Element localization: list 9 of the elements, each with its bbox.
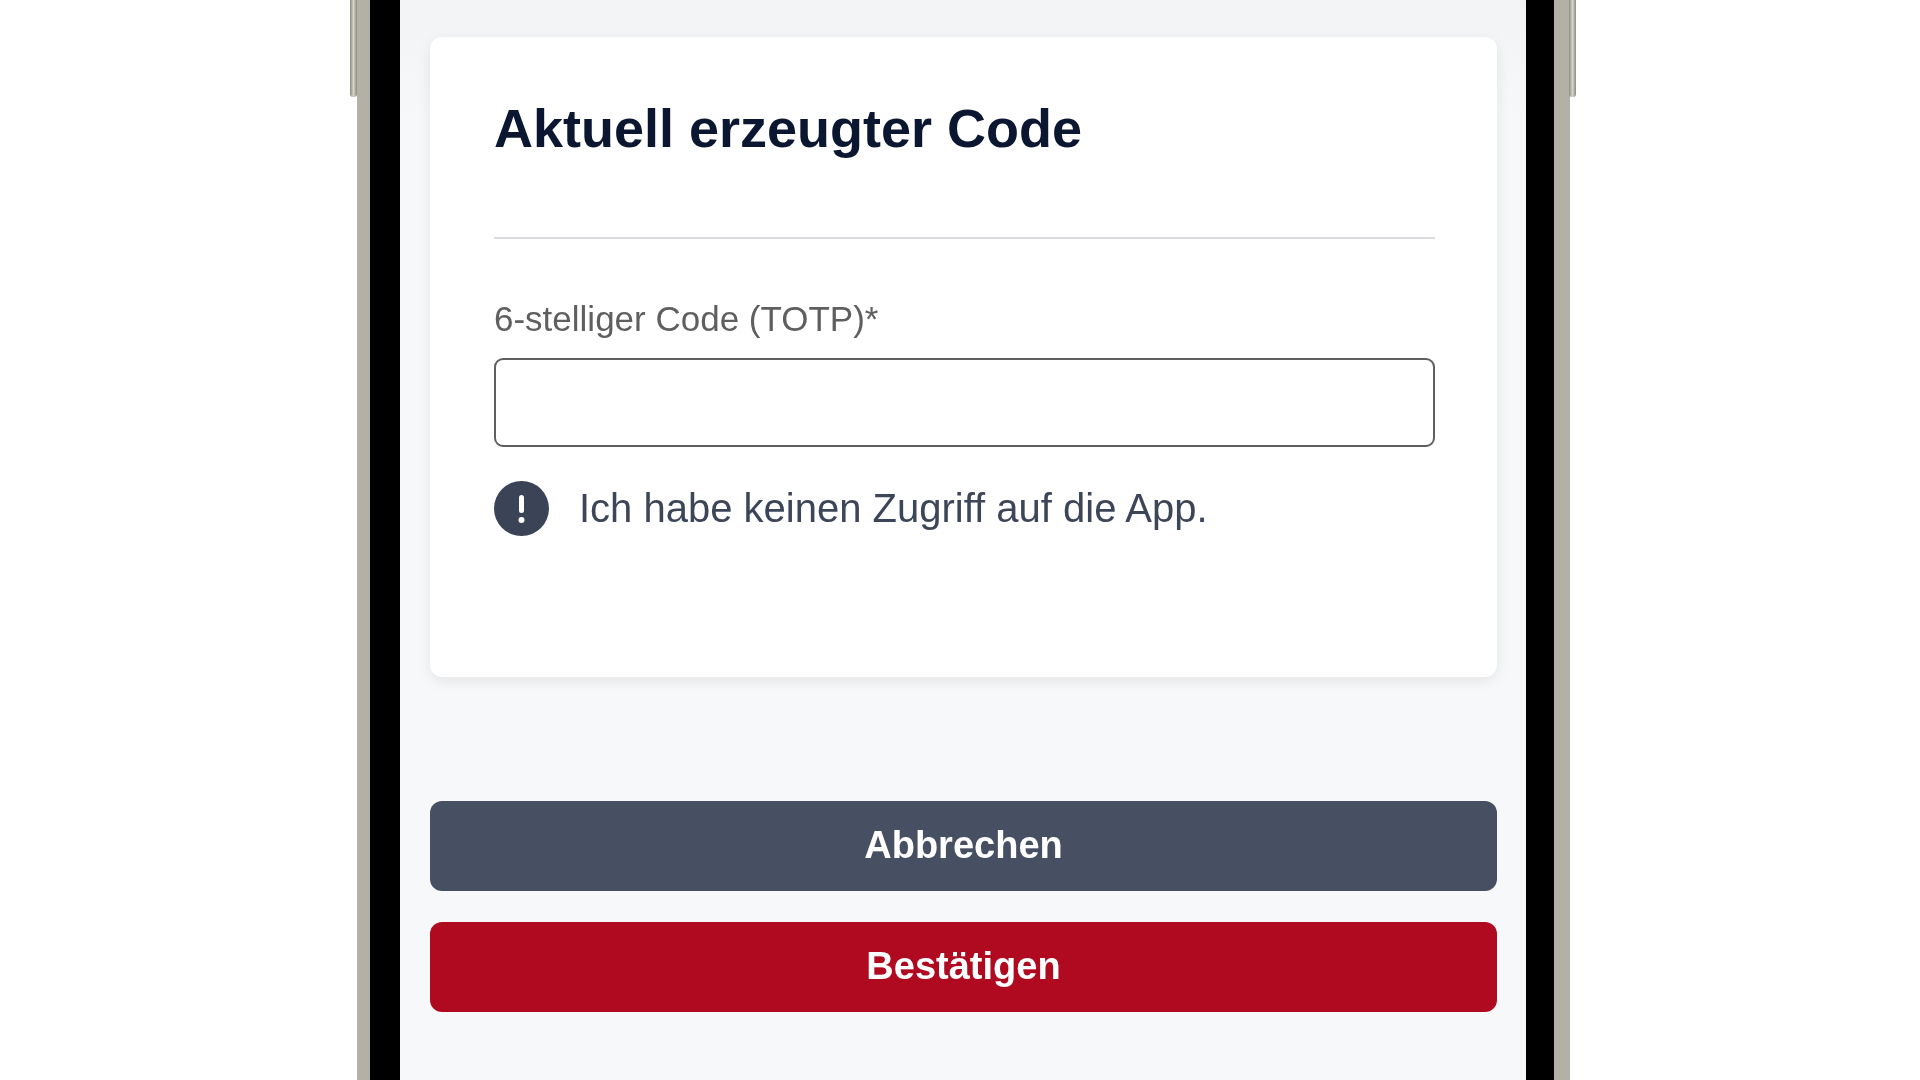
- no-access-link[interactable]: Ich habe keinen Zugriff auf die App.: [494, 480, 1208, 536]
- confirm-button[interactable]: Bestätigen: [430, 921, 1497, 1012]
- side-button[interactable]: [1569, 0, 1576, 97]
- side-button[interactable]: [350, 0, 357, 97]
- input-field[interactable]: [494, 357, 1435, 447]
- exclamation-icon: [494, 480, 549, 536]
- card-title: Aktuell erzeugter Code: [494, 97, 1083, 160]
- cancel-button[interactable]: Abbrechen: [430, 800, 1497, 891]
- field-label: 6-stelliger Code (TOTP)*: [494, 297, 879, 340]
